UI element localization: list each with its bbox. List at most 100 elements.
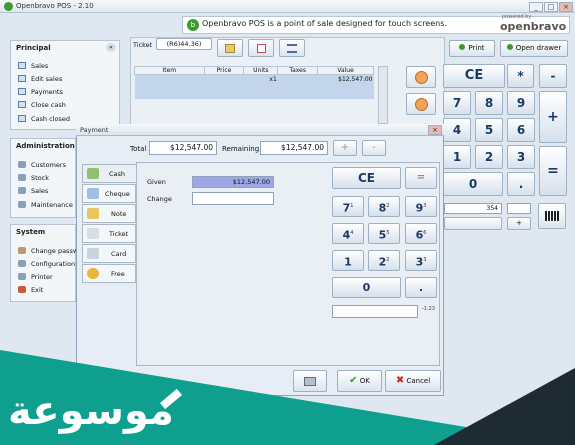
col-value: Value: [317, 66, 374, 75]
cross-icon: ✖: [395, 375, 405, 386]
col-units: Units: [243, 66, 279, 75]
main-key-6[interactable]: 6: [507, 118, 535, 142]
main-key-4[interactable]: 4: [443, 118, 471, 142]
total-field: $12,547.00: [149, 141, 217, 155]
dialog-equals-key[interactable]: =: [405, 167, 437, 189]
dialog-key-4[interactable]: 44: [332, 223, 364, 244]
key-sup: 5: [386, 230, 390, 236]
key-sup: 6: [423, 230, 427, 236]
menu-item-maintenance[interactable]: Maintenance: [31, 201, 73, 209]
dialog-key-3[interactable]: 33: [405, 250, 437, 271]
add-payment-button[interactable]: +: [333, 140, 357, 156]
tab-free[interactable]: Free: [82, 264, 136, 283]
watermark-text: موسوعة: [8, 388, 174, 434]
close-button[interactable]: ×: [559, 2, 573, 12]
key-sup: 3: [423, 257, 427, 263]
dialog-key-9[interactable]: 93: [405, 196, 437, 217]
delete-ticket-button[interactable]: [248, 39, 274, 57]
free-icon: [87, 268, 99, 279]
print-button[interactable]: Print: [449, 40, 495, 57]
main-key-8[interactable]: 8: [475, 91, 503, 115]
menu-item-exit[interactable]: Exit: [31, 286, 43, 294]
tab-cash-label: Cash: [109, 170, 126, 178]
new-ticket-button[interactable]: [217, 39, 243, 57]
dialog-key-6[interactable]: 66: [405, 223, 437, 244]
dialog-ce-key[interactable]: CE: [332, 167, 401, 189]
dialog-dot-key[interactable]: .: [405, 277, 437, 298]
menu-item-configuration[interactable]: Configuration: [31, 260, 75, 268]
menu-item-sales[interactable]: Sales: [31, 62, 48, 70]
customers-icon: [18, 161, 26, 168]
scroll-down-button[interactable]: [406, 93, 436, 115]
main-key-5[interactable]: 5: [475, 118, 503, 142]
small-plus-button[interactable]: +: [507, 217, 531, 230]
dialog-keypad-input[interactable]: [332, 305, 418, 318]
main-key-3[interactable]: 3: [507, 145, 535, 169]
open-drawer-label: Open drawer: [515, 44, 562, 52]
menu-item-cash-closed[interactable]: Cash closed: [31, 115, 70, 123]
delete-ticket-icon: [256, 44, 266, 53]
note-icon: [87, 208, 99, 219]
principal-header: Principal: [16, 44, 51, 52]
table-row[interactable]: x1 $12,547.00: [134, 74, 374, 99]
main-key-7[interactable]: 7: [443, 91, 471, 115]
barcode-button[interactable]: [538, 203, 566, 229]
menu-item-payments[interactable]: Payments: [31, 88, 63, 96]
given-field[interactable]: $12,547.00: [192, 176, 274, 188]
tab-cheque[interactable]: Cheque: [82, 184, 136, 203]
collapse-icon[interactable]: «: [106, 43, 116, 52]
product-dropdown[interactable]: [444, 217, 502, 230]
main-equals-key[interactable]: =: [539, 146, 567, 196]
dialog-print-button[interactable]: [293, 370, 327, 392]
ok-button[interactable]: ✔ OK: [337, 370, 382, 392]
menu-item-printer[interactable]: Printer: [31, 273, 53, 281]
menu-item-admin-sales[interactable]: Sales: [31, 187, 48, 195]
quantity-field[interactable]: [507, 203, 531, 214]
dialog-key-2[interactable]: 22: [368, 250, 400, 271]
main-key-0[interactable]: 0: [443, 172, 503, 196]
payments-icon: [18, 88, 26, 95]
change-password-icon: [18, 247, 26, 254]
main-star-key[interactable]: *: [507, 64, 534, 88]
main-key-1[interactable]: 1: [443, 145, 471, 169]
tab-cheque-label: Cheque: [105, 190, 130, 198]
tab-free-label: Free: [111, 270, 125, 278]
cancel-button[interactable]: ✖ Cancel: [385, 370, 441, 392]
remaining-label: Remaining: [222, 145, 260, 153]
menu-item-customers[interactable]: Customers: [31, 161, 66, 169]
banner-text: Openbravo POS is a point of sale designe…: [202, 19, 447, 28]
minimize-button[interactable]: _: [529, 2, 543, 12]
tab-note[interactable]: Note: [82, 204, 136, 223]
menu-item-change-password[interactable]: Change passw: [31, 247, 78, 255]
menu-item-stock[interactable]: Stock: [31, 174, 49, 182]
exit-icon: [18, 286, 26, 293]
dialog-key-7[interactable]: 71: [332, 196, 364, 217]
tab-card[interactable]: Card: [82, 244, 136, 263]
main-key-9[interactable]: 9: [507, 91, 535, 115]
main-dot-key[interactable]: .: [507, 172, 535, 196]
ticket-lines-table: Item Price Units Taxes Value x1 $12,547.…: [134, 66, 374, 99]
menu-item-close-cash[interactable]: Close cash: [31, 101, 66, 109]
dialog-key-0[interactable]: 0: [332, 277, 401, 298]
dialog-key-5[interactable]: 55: [368, 223, 400, 244]
product-code-field[interactable]: 354: [444, 203, 502, 214]
dialog-close-button[interactable]: ×: [428, 125, 442, 135]
maximize-button[interactable]: □: [544, 2, 558, 12]
ticket-number: (R6)44.36): [156, 38, 212, 50]
tab-ticket-label: Ticket: [109, 230, 129, 238]
brand-logo: openbravo: [500, 20, 567, 33]
dialog-key-8[interactable]: 82: [368, 196, 400, 217]
menu-item-edit-sales[interactable]: Edit sales: [31, 75, 62, 83]
ticket-options-button[interactable]: [279, 39, 305, 57]
tab-ticket[interactable]: Ticket: [82, 224, 136, 243]
main-minus-key[interactable]: -: [539, 64, 567, 88]
remove-payment-button[interactable]: -: [362, 140, 386, 156]
main-plus-key[interactable]: +: [539, 91, 567, 143]
tab-cash[interactable]: Cash: [82, 164, 136, 183]
dialog-key-1[interactable]: 1: [332, 250, 364, 271]
scroll-up-button[interactable]: [406, 66, 436, 88]
main-ce-key[interactable]: CE: [443, 64, 505, 88]
open-drawer-button[interactable]: Open drawer: [500, 40, 568, 57]
ticket-scrollbar[interactable]: [378, 66, 388, 124]
main-key-2[interactable]: 2: [475, 145, 503, 169]
